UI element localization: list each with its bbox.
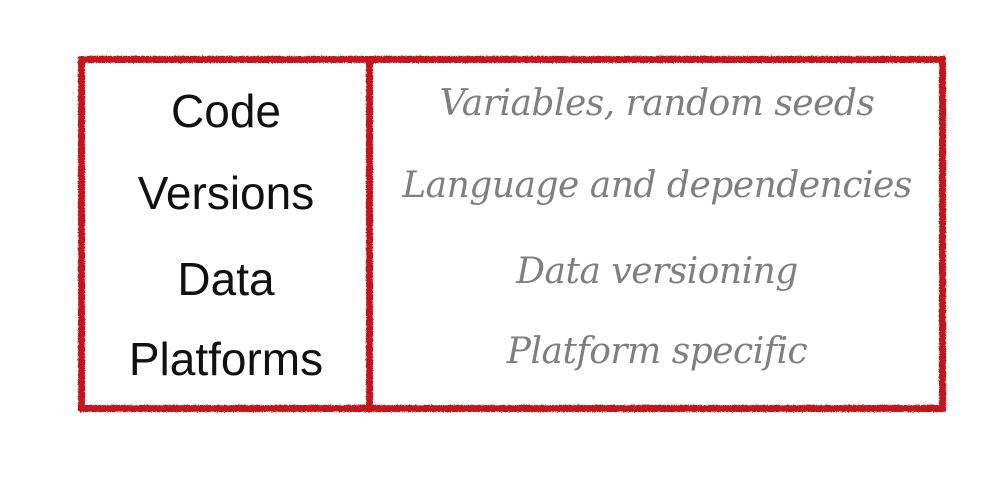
category-data: Data xyxy=(177,253,275,305)
description-code: Variables, random seeds xyxy=(439,83,875,124)
category-versions: Versions xyxy=(137,167,315,219)
description-platforms: Platform specific xyxy=(506,331,808,372)
description-versions: Language and dependencies xyxy=(402,165,912,206)
category-platforms: Platforms xyxy=(128,333,324,385)
description-data: Data versioning xyxy=(516,251,798,292)
category-code: Code xyxy=(171,85,281,137)
